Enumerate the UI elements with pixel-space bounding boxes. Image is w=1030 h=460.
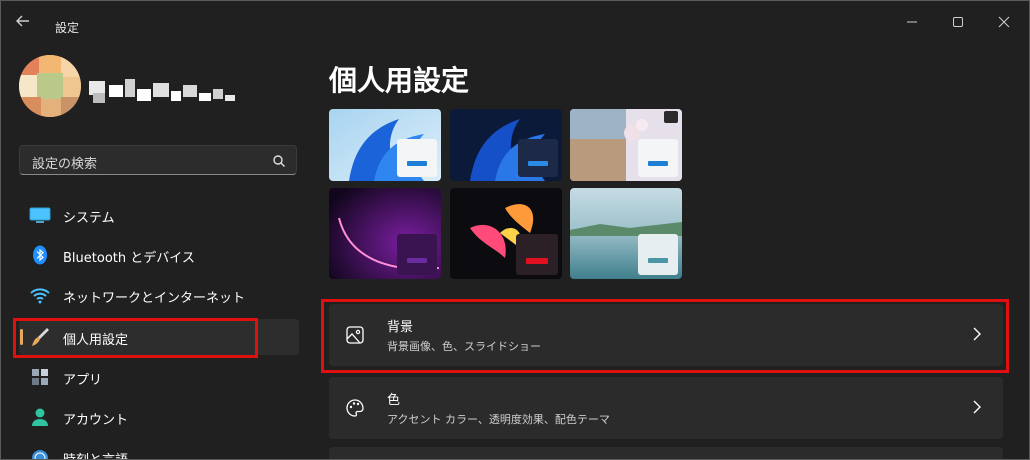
- palette-icon: [345, 398, 365, 418]
- sidebar-item-system[interactable]: システム: [19, 197, 299, 233]
- search-placeholder: 設定の検索: [32, 157, 98, 172]
- user-avatar[interactable]: [19, 55, 81, 117]
- sidebar-item-apps[interactable]: アプリ: [19, 359, 299, 395]
- page-title: 個人用設定: [329, 64, 470, 97]
- sidebar-item-accounts[interactable]: アカウント: [19, 399, 299, 435]
- search-input[interactable]: 設定の検索: [19, 145, 297, 175]
- apps-icon: [29, 367, 51, 387]
- bluetooth-icon: [29, 245, 51, 265]
- card-title: 色: [387, 393, 401, 408]
- chevron-right-icon: [971, 399, 983, 415]
- minimize-button[interactable]: [889, 7, 935, 37]
- sidebar-item-label: Bluetooth とデバイス: [63, 251, 195, 266]
- search-icon[interactable]: [272, 153, 286, 167]
- sidebar-item-network[interactable]: ネットワークとインターネット: [19, 277, 299, 313]
- globe-clock-icon: [29, 447, 51, 459]
- title-bar: 設定: [1, 1, 1029, 41]
- sidebar-item-time-language[interactable]: 時刻と言語: [19, 439, 299, 459]
- sidebar-item-label: システム: [63, 211, 115, 226]
- maximize-button[interactable]: [935, 7, 981, 37]
- app-title: 設定: [55, 21, 80, 35]
- theme-thumbnail-flowers[interactable]: [570, 109, 682, 181]
- sidebar-item-label: 時刻と言語: [63, 449, 128, 459]
- highlight-box-sidebar: [13, 318, 258, 358]
- monitor-icon: [29, 205, 51, 225]
- sidebar-item-label: アカウント: [63, 413, 129, 428]
- settings-window: 設定 設定の検索 システム Bluetooth とデバイス ネットワークとインタ…: [0, 0, 1030, 460]
- theme-thumbnail-glow[interactable]: [329, 188, 441, 279]
- close-button[interactable]: [981, 7, 1027, 37]
- sidebar-item-label: アプリ: [63, 373, 103, 388]
- theme-thumbnail-dark-bloom[interactable]: [450, 109, 562, 181]
- back-arrow-icon[interactable]: [15, 13, 39, 33]
- sidebar-item-label: ネットワークとインターネット: [63, 291, 246, 306]
- card-subtitle: アクセント カラー、透明度効果、配色テーマ: [387, 413, 610, 426]
- highlight-box-background: [321, 299, 1009, 373]
- wifi-icon: [29, 285, 51, 305]
- username-redacted: [89, 75, 239, 113]
- theme-thumbnail-lake[interactable]: [570, 188, 682, 279]
- next-setting-card-partial[interactable]: [329, 447, 1003, 459]
- sidebar-item-bluetooth[interactable]: Bluetooth とデバイス: [19, 237, 299, 273]
- color-setting-card[interactable]: 色 アクセント カラー、透明度効果、配色テーマ: [329, 377, 1003, 439]
- theme-thumbnail-captured-motion[interactable]: [450, 188, 562, 279]
- person-icon: [29, 407, 51, 427]
- theme-thumbnail-light-bloom[interactable]: [329, 109, 441, 181]
